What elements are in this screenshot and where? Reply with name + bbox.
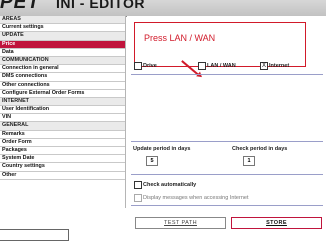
sidebar-section-header: INTERNET [0, 97, 125, 107]
bottom-status-box [0, 229, 69, 241]
sidebar-item[interactable]: Country settings [0, 163, 125, 172]
internet-label: Internet [269, 63, 290, 69]
sidebar-section-header: GENERAL [0, 122, 125, 131]
drive-checkbox[interactable] [134, 62, 142, 70]
app-header: PET INI - EDITOR [0, 0, 326, 17]
display-messages-checkbox[interactable] [134, 194, 142, 202]
sidebar-section-header: COMMUNICATION [0, 56, 125, 66]
callout-arrow-icon [196, 71, 204, 80]
lan-wan-label: LAN / WAN [207, 63, 236, 69]
check-automatically-checkbox[interactable] [134, 181, 142, 189]
callout-text: Press LAN / WAN [144, 33, 216, 43]
sidebar-item[interactable]: Configure External Order Forms [0, 90, 125, 98]
sidebar-item[interactable]: Packages [0, 147, 125, 156]
app-logo: PET [0, 0, 40, 13]
sidebar-item[interactable]: VIN [0, 114, 125, 123]
section-divider [131, 174, 323, 175]
sidebar-item[interactable]: Price [0, 40, 125, 49]
internet-checkbox[interactable]: X [260, 62, 268, 70]
sidebar-item[interactable]: Order Form [0, 139, 125, 147]
section-divider [131, 141, 323, 142]
sidebar-item[interactable]: User Identification [0, 106, 125, 115]
main-panel: Press LAN / WAN Drive LAN / WAN X Intern… [127, 16, 326, 245]
sidebar-item[interactable]: DMS connections [0, 73, 125, 82]
callout-annotation: Press LAN / WAN [134, 22, 306, 67]
sidebar-item[interactable]: Other connections [0, 82, 125, 90]
app-title: INI - EDITOR [56, 0, 145, 11]
test-path-button[interactable]: TEST PATH [135, 217, 226, 229]
sidebar-section-header: UPDATE [0, 32, 125, 41]
sidebar-item[interactable]: Remarks [0, 131, 125, 139]
section-divider [131, 205, 323, 206]
sidebar-item[interactable]: Current settings [0, 24, 125, 33]
sidebar-item[interactable]: Data [0, 49, 125, 57]
section-divider [131, 74, 323, 75]
sidebar-item[interactable]: Other [0, 172, 125, 180]
check-period-label: Check period in days [232, 146, 288, 152]
store-button[interactable]: STORE [231, 217, 322, 229]
update-period-input[interactable]: 5 [146, 156, 158, 166]
lan-wan-checkbox[interactable] [198, 62, 206, 70]
sidebar-section-header: AREAS [0, 16, 125, 25]
update-period-label: Update period in days [133, 146, 191, 152]
sidebar: AREAS Current settings UPDATE Price Data COMM… [0, 16, 126, 208]
sidebar-item[interactable]: Connection in general [0, 65, 125, 74]
display-messages-label: Display messages when accessing Internet [143, 195, 249, 201]
sidebar-item[interactable]: System Date [0, 155, 125, 164]
check-period-input[interactable]: 1 [243, 156, 255, 166]
drive-label: Drive [143, 63, 157, 69]
check-automatically-label: Check automatically [143, 182, 197, 188]
